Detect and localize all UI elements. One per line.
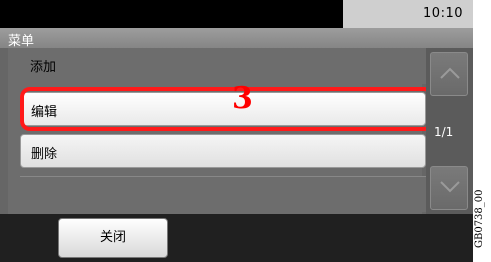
menu-item-delete[interactable]: 删除: [20, 134, 426, 168]
status-bar: 10:10: [0, 0, 473, 28]
scroll-down-button[interactable]: [430, 166, 468, 210]
status-bar-right: 10:10: [343, 0, 473, 28]
chevron-down-icon: [440, 181, 460, 193]
time-display: 10:10: [423, 6, 463, 21]
title-bar: 菜单: [0, 28, 473, 49]
menu-item-label: 添加: [30, 60, 57, 75]
scroll-up-button[interactable]: [430, 52, 468, 96]
close-button[interactable]: 关闭: [58, 218, 168, 258]
bottom-bar: 关闭: [0, 214, 473, 262]
step-number: 3: [232, 81, 253, 116]
highlight-callout: 3: [20, 81, 434, 131]
scroll-controls: 1/1: [426, 48, 473, 214]
figure-credit: GB0738_00: [474, 189, 485, 248]
menu-content: 添加 编辑 删除 3 1/1: [0, 48, 473, 214]
menu-list: 添加 编辑 删除 3: [8, 48, 434, 214]
menu-item-label: 删除: [31, 147, 58, 162]
page-indicator: 1/1: [434, 125, 454, 139]
chevron-up-icon: [440, 67, 460, 79]
device-screen: 10:10 菜单 添加 编辑 删除 3 1/1 关闭: [0, 0, 473, 262]
menu-item-add[interactable]: 添加: [20, 48, 426, 84]
page-title: 菜单: [8, 34, 35, 49]
menu-item-empty: [20, 176, 426, 212]
status-bar-left: [0, 0, 343, 28]
